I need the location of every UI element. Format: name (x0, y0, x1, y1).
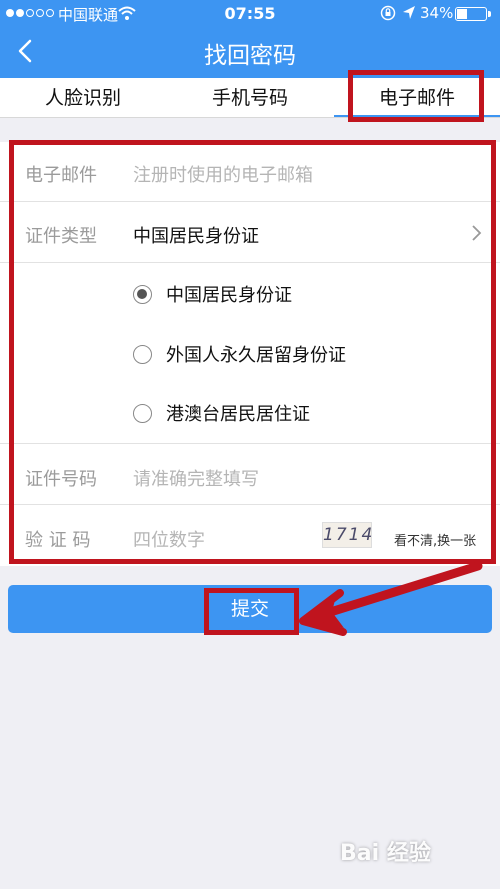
battery-percent: 34% (420, 4, 454, 22)
annotation-box-submit (204, 588, 299, 635)
annotation-box-tab (348, 70, 484, 122)
rotation-lock-icon (380, 5, 396, 21)
status-bar: 中国联通 07:55 34% (0, 0, 500, 28)
battery-icon (455, 7, 491, 21)
watermark-text: Bai 经验 (340, 841, 431, 866)
annotation-box-form (9, 140, 496, 564)
location-icon (403, 6, 415, 19)
tab-face-recognition[interactable]: 人脸识别 (0, 78, 166, 118)
tab-phone-number[interactable]: 手机号码 (166, 78, 334, 118)
header: 中国联通 07:55 34% 找回密码 (0, 0, 500, 78)
baidu-jingyan-watermark: Bai 经验 (340, 835, 492, 875)
page-title: 找回密码 (204, 43, 296, 69)
